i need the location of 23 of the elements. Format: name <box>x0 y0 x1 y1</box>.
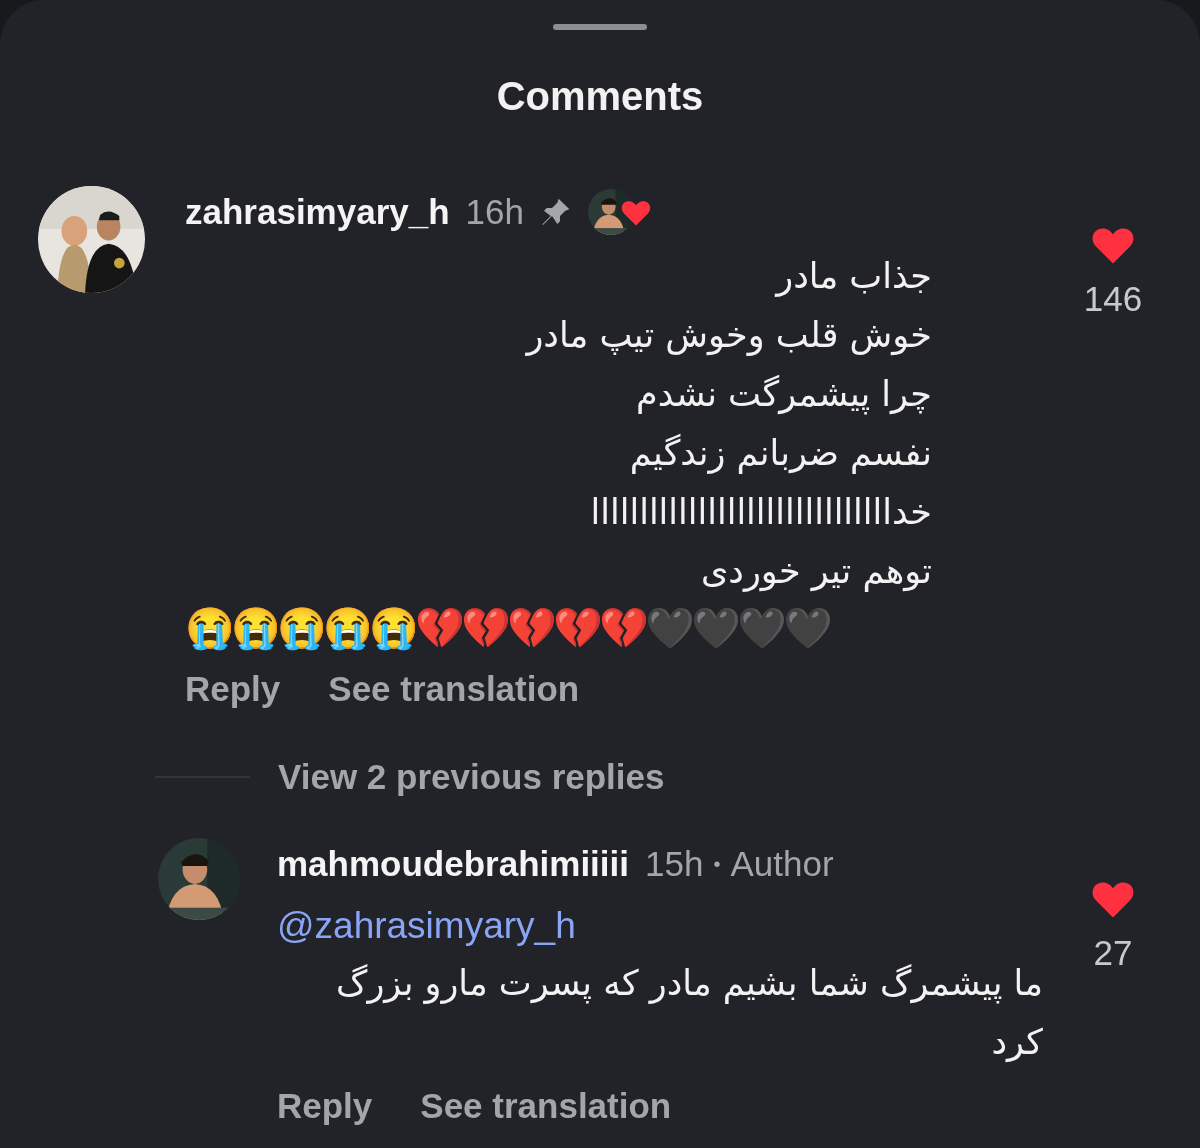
timestamp: 16h <box>465 191 524 233</box>
comment-line: چرا پیشمرگت نشدم <box>634 372 932 417</box>
author-label: Author <box>730 842 834 885</box>
timestamp: 15h <box>645 842 704 885</box>
username[interactable]: mahmoudebrahimiiiii <box>277 837 629 890</box>
comment-line: جذاب مادر <box>773 254 932 299</box>
like-count: 146 <box>1083 278 1143 321</box>
username[interactable]: zahrasimyary_h <box>185 186 450 239</box>
comment-line: توهم تیر خوردی <box>699 549 932 594</box>
dot-separator: • <box>713 851 721 877</box>
comment-line: خدااااااااااااااااااااااااااااااا <box>589 490 932 534</box>
see-translation-link[interactable]: See translation <box>328 662 580 715</box>
reply-link[interactable]: Reply <box>185 662 281 715</box>
mention-link[interactable]: @zahrasimyary_h <box>277 898 576 954</box>
see-translation-link[interactable]: See translation <box>420 1079 672 1132</box>
comment-line: خوش قلب وخوش تیپ مادر <box>524 313 932 358</box>
reply-link[interactable]: Reply <box>277 1079 373 1132</box>
comment-line: نفسم ضربانم زندگیم <box>628 431 932 476</box>
emoji-text: 😭😭😭😭😭💔💔💔💔💔🖤🖤🖤🖤 <box>185 604 831 653</box>
view-replies-link[interactable]: View 2 previous replies <box>278 751 665 804</box>
like-count: 27 <box>1093 931 1133 974</box>
reply-text: ما پیشمرگ شما بشیم مادر که پسرت مارو بزرگ کرد <box>335 961 1043 1064</box>
sheet-title: Comments <box>495 73 705 120</box>
